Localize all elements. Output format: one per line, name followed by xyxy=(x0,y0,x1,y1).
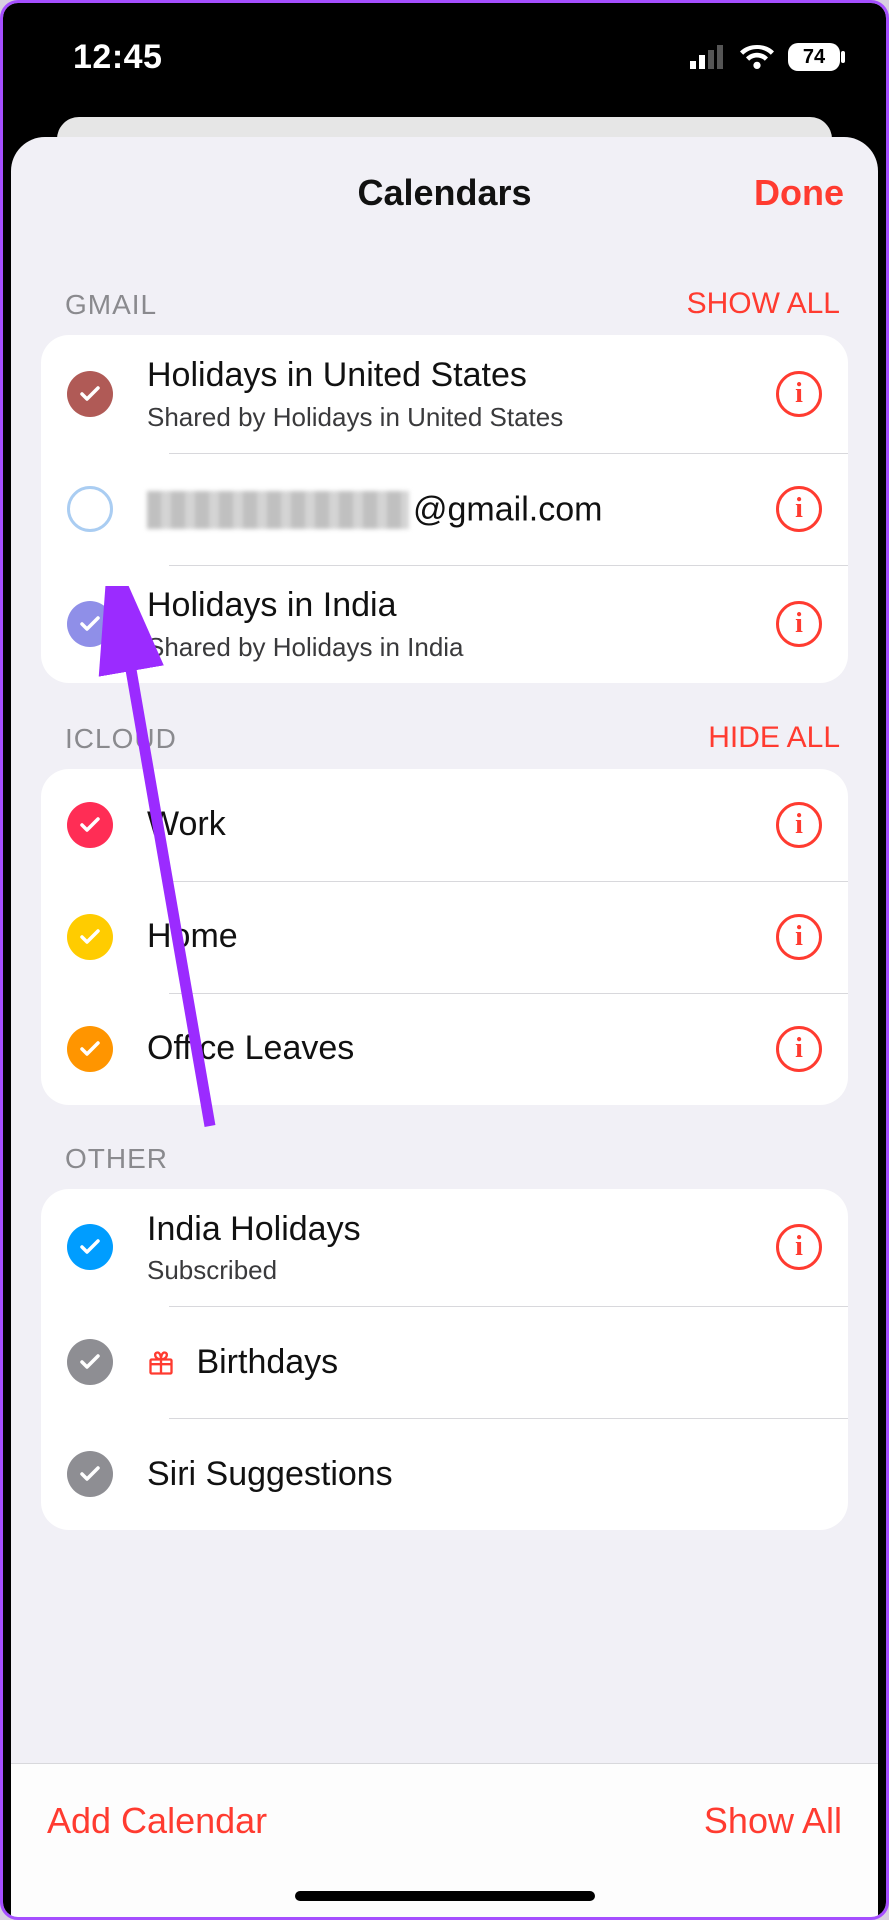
section-head-gmail: GMAIL SHOW ALL xyxy=(11,249,878,335)
checkmark-icon[interactable] xyxy=(67,371,113,417)
row-content: @gmail.com xyxy=(147,488,776,530)
done-button[interactable]: Done xyxy=(754,172,844,214)
group-gmail: Holidays in United States Shared by Holi… xyxy=(41,335,848,683)
battery-icon: 74 xyxy=(788,43,840,71)
row-title: Siri Suggestions xyxy=(147,1454,822,1495)
row-content: Birthdays xyxy=(147,1342,822,1383)
group-icloud: Work i Home i xyxy=(41,769,848,1105)
info-button[interactable]: i xyxy=(776,371,822,417)
section-label-gmail: GMAIL xyxy=(65,289,157,321)
row-content: Siri Suggestions xyxy=(147,1454,822,1495)
row-title: Office Leaves xyxy=(147,1028,776,1069)
row-title: Holidays in United States xyxy=(147,355,776,396)
status-time: 12:45 xyxy=(73,38,162,77)
section-label-other: OTHER xyxy=(65,1143,168,1175)
sheet-header: Calendars Done xyxy=(11,137,878,249)
row-title: Holidays in India xyxy=(147,585,776,626)
calendar-row-work[interactable]: Work i xyxy=(41,769,848,881)
calendar-row-home[interactable]: Home i xyxy=(41,881,848,993)
section-head-other: OTHER xyxy=(11,1105,878,1189)
info-button[interactable]: i xyxy=(776,802,822,848)
row-content: Work xyxy=(147,804,776,845)
group-other: India Holidays Subscribed i B xyxy=(41,1189,848,1531)
wifi-icon xyxy=(740,45,774,69)
device-screen: 12:45 74 Calendars Done GMAIL SHOW ALL xyxy=(3,3,886,1917)
show-all-button[interactable]: Show All xyxy=(704,1800,842,1842)
status-right: 74 xyxy=(690,43,840,71)
status-bar: 12:45 74 xyxy=(3,3,886,111)
calendar-row-india-holidays-sub[interactable]: India Holidays Subscribed i xyxy=(41,1189,848,1307)
section-label-icloud: ICLOUD xyxy=(65,723,177,755)
calendar-row-office-leaves[interactable]: Office Leaves i xyxy=(41,993,848,1105)
checkmark-icon[interactable] xyxy=(67,1224,113,1270)
calendar-row-india-holidays[interactable]: Holidays in India Shared by Holidays in … xyxy=(41,565,848,683)
row-title: @gmail.com xyxy=(147,488,776,530)
calendar-row-siri[interactable]: Siri Suggestions xyxy=(41,1418,848,1530)
row-content: Home xyxy=(147,916,776,957)
row-subtitle: Subscribed xyxy=(147,1255,776,1286)
bottom-toolbar: Add Calendar Show All xyxy=(11,1763,878,1917)
email-domain: @gmail.com xyxy=(413,490,602,528)
row-subtitle: Shared by Holidays in India xyxy=(147,632,776,663)
row-content: Holidays in India Shared by Holidays in … xyxy=(147,585,776,663)
unchecked-icon[interactable] xyxy=(67,486,113,532)
calendars-sheet: Calendars Done GMAIL SHOW ALL Holidays i… xyxy=(11,137,878,1917)
sheet-body[interactable]: GMAIL SHOW ALL Holidays in United States… xyxy=(11,249,878,1917)
show-all-gmail-button[interactable]: SHOW ALL xyxy=(687,287,840,321)
row-title: Home xyxy=(147,916,776,957)
row-title: Work xyxy=(147,804,776,845)
info-button[interactable]: i xyxy=(776,601,822,647)
section-head-icloud: ICLOUD HIDE ALL xyxy=(11,683,878,769)
row-content: Office Leaves xyxy=(147,1028,776,1069)
row-content: Holidays in United States Shared by Holi… xyxy=(147,355,776,433)
row-subtitle: Shared by Holidays in United States xyxy=(147,402,776,433)
add-calendar-button[interactable]: Add Calendar xyxy=(47,1800,267,1842)
checkmark-icon[interactable] xyxy=(67,1339,113,1385)
info-button[interactable]: i xyxy=(776,1026,822,1072)
row-title: Birthdays xyxy=(147,1342,822,1383)
info-button[interactable]: i xyxy=(776,486,822,532)
spacer xyxy=(11,1530,878,1690)
hide-all-icloud-button[interactable]: HIDE ALL xyxy=(708,721,840,755)
checkmark-icon[interactable] xyxy=(67,914,113,960)
row-content: India Holidays Subscribed xyxy=(147,1209,776,1287)
row-title: India Holidays xyxy=(147,1209,776,1250)
row-title-text: Birthdays xyxy=(196,1343,338,1381)
home-indicator xyxy=(295,1891,595,1901)
info-button[interactable]: i xyxy=(776,914,822,960)
info-button[interactable]: i xyxy=(776,1224,822,1270)
checkmark-icon[interactable] xyxy=(67,1026,113,1072)
cellular-icon xyxy=(690,45,726,69)
calendar-row-birthdays[interactable]: Birthdays xyxy=(41,1306,848,1418)
checkmark-icon[interactable] xyxy=(67,1451,113,1497)
calendar-row-us-holidays[interactable]: Holidays in United States Shared by Holi… xyxy=(41,335,848,453)
checkmark-icon[interactable] xyxy=(67,601,113,647)
redacted-text xyxy=(147,491,409,529)
checkmark-icon[interactable] xyxy=(67,802,113,848)
sheet-title: Calendars xyxy=(357,172,531,214)
gift-icon xyxy=(147,1349,175,1377)
calendar-row-gmail-account[interactable]: @gmail.com i xyxy=(41,453,848,565)
